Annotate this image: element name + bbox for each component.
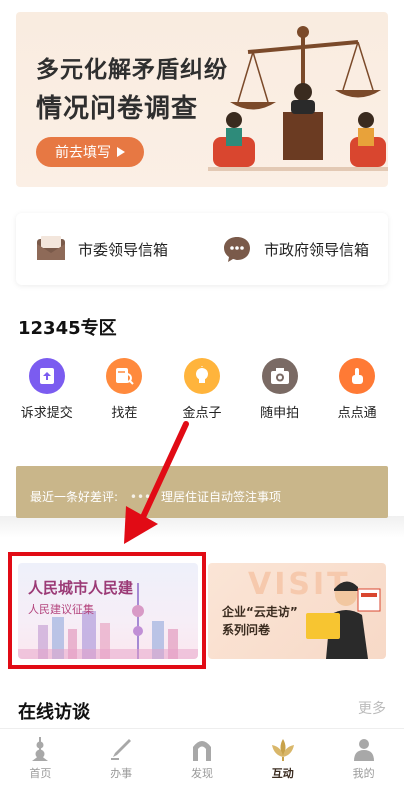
review-prefix: 最近一条好差评: — [30, 490, 119, 504]
municipal-committee-mailbox[interactable]: 市委领导信箱 — [16, 236, 202, 262]
fill-survey-button[interactable]: 前去填写 — [36, 137, 144, 167]
page: 多元化解矛盾纠纷 情况问卷调查 前去填写 市委领导信箱 市政府领导信箱 1234… — [0, 0, 404, 790]
zone12345-grid: 诉求提交 找茬 金点子 随申拍 点点通 — [8, 358, 396, 428]
search-doc-icon — [106, 358, 143, 394]
enterprise-visit-subtitle: 系列问卷 — [222, 623, 271, 637]
tab-label-services: 办事 — [110, 767, 133, 780]
more-link[interactable]: 更多 — [358, 698, 386, 718]
zone-item-label: 金点子 — [182, 406, 222, 421]
banner-title-line2: 情况问卷调查 — [36, 94, 199, 124]
zone-item-label: 点点通 — [337, 406, 377, 421]
tab-home[interactable]: 首页 — [0, 729, 81, 790]
zone-item-golden-idea[interactable]: 金点子 — [163, 358, 241, 428]
lightbulb-icon — [183, 358, 220, 394]
highlight-box — [8, 552, 206, 669]
zone-item-label: 诉求提交 — [20, 406, 73, 421]
businessman-illustration — [306, 581, 381, 659]
tab-discover[interactable]: 发现 — [162, 729, 243, 790]
tab-interact[interactable]: 互动 — [242, 729, 323, 790]
red-arrow-icon — [124, 421, 189, 544]
municipal-government-mailbox[interactable]: 市政府领导信箱 — [202, 235, 388, 263]
mail-envelope-icon — [37, 236, 65, 260]
tab-profile[interactable]: 我的 — [323, 729, 404, 790]
zone-item-label: 找茬 — [111, 406, 138, 421]
leader-mailbox-row: 市委领导信箱 市政府领导信箱 — [16, 213, 388, 285]
fill-survey-button-label: 前去填写 — [55, 145, 111, 161]
camera-icon — [261, 358, 298, 394]
tab-label-profile: 我的 — [352, 767, 375, 780]
tab-services[interactable]: 办事 — [81, 729, 162, 790]
tower-icon — [32, 737, 49, 761]
enterprise-visit-title: 企业“云走访” — [222, 605, 298, 619]
bottom-tab-bar: 首页 办事 发现 互动 我的 — [0, 728, 404, 790]
flower-icon — [271, 739, 294, 761]
zone-item-click-through[interactable]: 点点通 — [318, 358, 396, 428]
play-arrow-icon — [117, 147, 125, 157]
person-icon — [353, 739, 374, 761]
zone-item-find-fault[interactable]: 找茬 — [86, 358, 164, 428]
online-interview-title: 在线访谈 — [18, 702, 90, 723]
mailbox-label-committee: 市委领导信箱 — [78, 240, 169, 259]
enterprise-visit-card[interactable]: VISIT 企业“云走访” 系列问卷 — [208, 563, 386, 659]
tap-hand-icon — [339, 358, 376, 394]
zone12345-title: 12345专区 — [18, 318, 117, 339]
banner-title-line1: 多元化解矛盾纠纷 — [36, 57, 228, 83]
tab-label-home: 首页 — [29, 767, 52, 780]
tab-label-interact: 互动 — [271, 767, 294, 780]
pen-icon — [111, 739, 132, 760]
zone-item-submit-request[interactable]: 诉求提交 — [8, 358, 86, 428]
zone-item-snapshot[interactable]: 随申拍 — [241, 358, 319, 428]
mailbox-label-government: 市政府领导信箱 — [264, 240, 370, 259]
tab-label-discover: 发现 — [190, 767, 213, 780]
arch-icon — [192, 741, 211, 761]
justice-scale-illustration — [208, 26, 388, 171]
chat-bubble-icon — [224, 237, 250, 262]
upload-doc-icon — [28, 358, 65, 394]
survey-banner[interactable]: 多元化解矛盾纠纷 情况问卷调查 前去填写 — [16, 12, 388, 187]
zone-item-label: 随申拍 — [260, 406, 300, 421]
